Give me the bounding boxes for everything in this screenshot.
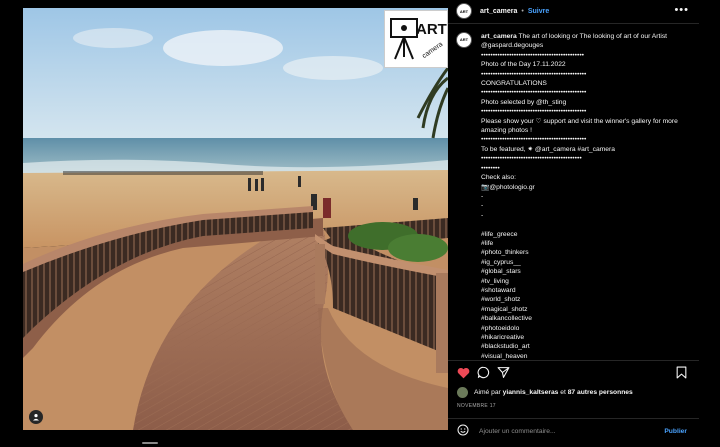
post-header: ART art_camera • Suivre ••• (448, 0, 699, 22)
comment-icon[interactable] (477, 366, 490, 384)
divider (448, 418, 699, 419)
caption-line: - (481, 192, 484, 200)
likes-mid: et (560, 389, 566, 396)
hashtag-link[interactable]: #life (481, 239, 686, 248)
caption-line: 📷@photologio.gr (481, 183, 535, 191)
caption-line: ••••••••••••••••••••••••••••••••••••••••… (481, 70, 587, 78)
emoji-icon[interactable] (457, 424, 469, 438)
comment-bar: Ajouter un commentaire... Publier (448, 420, 699, 442)
tagged-user-button[interactable] (29, 410, 43, 424)
share-icon[interactable] (497, 366, 510, 384)
caption-line: Check also: (481, 174, 516, 182)
header-username[interactable]: art_camera (480, 8, 517, 15)
caption-line: Photo of the Day 17.11.2022 (481, 61, 566, 69)
likes-summary: Aimé par yiannis_kaltseras et 87 autres … (457, 387, 633, 398)
hashtag-link[interactable]: #global_stars (481, 267, 686, 276)
caption-line: Please show your ♡ support and visit the… (481, 117, 678, 135)
comment-input[interactable]: Ajouter un commentaire... (479, 428, 556, 435)
action-bar (457, 366, 693, 380)
caption-line: - (481, 202, 484, 210)
follow-button[interactable]: Suivre (528, 8, 549, 15)
caption-line: ••••••••••••••••••••••••••••••••••••••••… (481, 136, 587, 144)
post-date[interactable]: NOVEMBRE 17 (457, 403, 496, 409)
hashtag-link[interactable]: #photo_thinkers (481, 248, 686, 257)
likes-user[interactable]: yiannis_kaltseras (503, 389, 559, 396)
hashtag-link[interactable]: #balkancollective (481, 314, 686, 323)
divider (448, 360, 699, 361)
hashtag-link[interactable]: #visual_heaven (481, 352, 686, 360)
caption-text: art_camera The art of looking or The loo… (481, 32, 686, 360)
hashtag-link[interactable]: #photoeidolo (481, 324, 686, 333)
hashtag-link[interactable]: #shotaward (481, 286, 686, 295)
caption-line: ••••••••••••••••••••••••••••••••••••••••… (481, 155, 582, 163)
divider (448, 23, 699, 24)
caption-lead-text: The art of looking or The looking of art… (518, 33, 668, 40)
caption-line: ••••••••••••••••••••••••••••••••••••••••… (481, 89, 587, 97)
logo-text: ART (416, 21, 447, 38)
caption-lines: @gaspard.degouges •••••••••••••••••••••••… (481, 41, 686, 360)
publish-button[interactable]: Publier (664, 428, 687, 435)
art-camera-logo: ART camera (384, 10, 448, 68)
caption-line: To be featured, ✷ @art_camera #art_camer… (481, 145, 615, 153)
hashtag-link[interactable]: #world_shotz (481, 295, 686, 304)
hashtag-link[interactable]: #hikaricreative (481, 333, 686, 342)
hashtag-link[interactable]: #life_greece (481, 230, 686, 239)
hashtag-link[interactable]: #tv_living (481, 277, 686, 286)
likes-others[interactable]: 87 autres personnes (568, 389, 633, 396)
caption-line: CONGRATULATIONS (481, 80, 547, 88)
caption-line: Photo selected by @th_sting (481, 98, 567, 106)
hashtag-link[interactable]: #magical_shotz (481, 305, 686, 314)
more-horizontal-icon[interactable]: ••• (674, 4, 689, 16)
caption: ART art_camera The art of looking or The… (456, 30, 692, 360)
caption-line: ••••••••••••••••••••••••••••••••••••••••… (481, 51, 585, 59)
scroll-indicator (142, 442, 158, 444)
mention-link[interactable]: @gaspard.degouges (481, 41, 686, 50)
hashtag-link[interactable]: #ig_cyprus__ (481, 258, 686, 267)
header-separator: • (521, 7, 524, 15)
bookmark-icon[interactable] (676, 366, 687, 384)
caption-line: ••••••••••••••••••••••••••••••••••••••••… (481, 108, 587, 116)
liker-avatar[interactable] (457, 387, 468, 398)
likes-prefix: Aimé par (474, 389, 501, 396)
post-image[interactable]: ART camera (23, 8, 448, 430)
caption-lead: art_camera The art of looking or The loo… (481, 32, 686, 41)
caption-username[interactable]: art_camera (481, 33, 517, 40)
avatar[interactable]: ART (456, 3, 472, 19)
caption-line: •••••••• (481, 164, 500, 172)
caption-line: - (481, 211, 484, 219)
camera-tripod-icon (390, 18, 418, 60)
person-icon (33, 414, 39, 421)
hashtag-link[interactable]: #blackstudio_art (481, 342, 686, 351)
heart-filled-icon[interactable] (457, 366, 470, 384)
beach-promenade-photo (23, 8, 448, 430)
post-side-panel: ART art_camera • Suivre ••• ART art_came… (448, 0, 699, 447)
caption-avatar[interactable]: ART (456, 32, 472, 48)
